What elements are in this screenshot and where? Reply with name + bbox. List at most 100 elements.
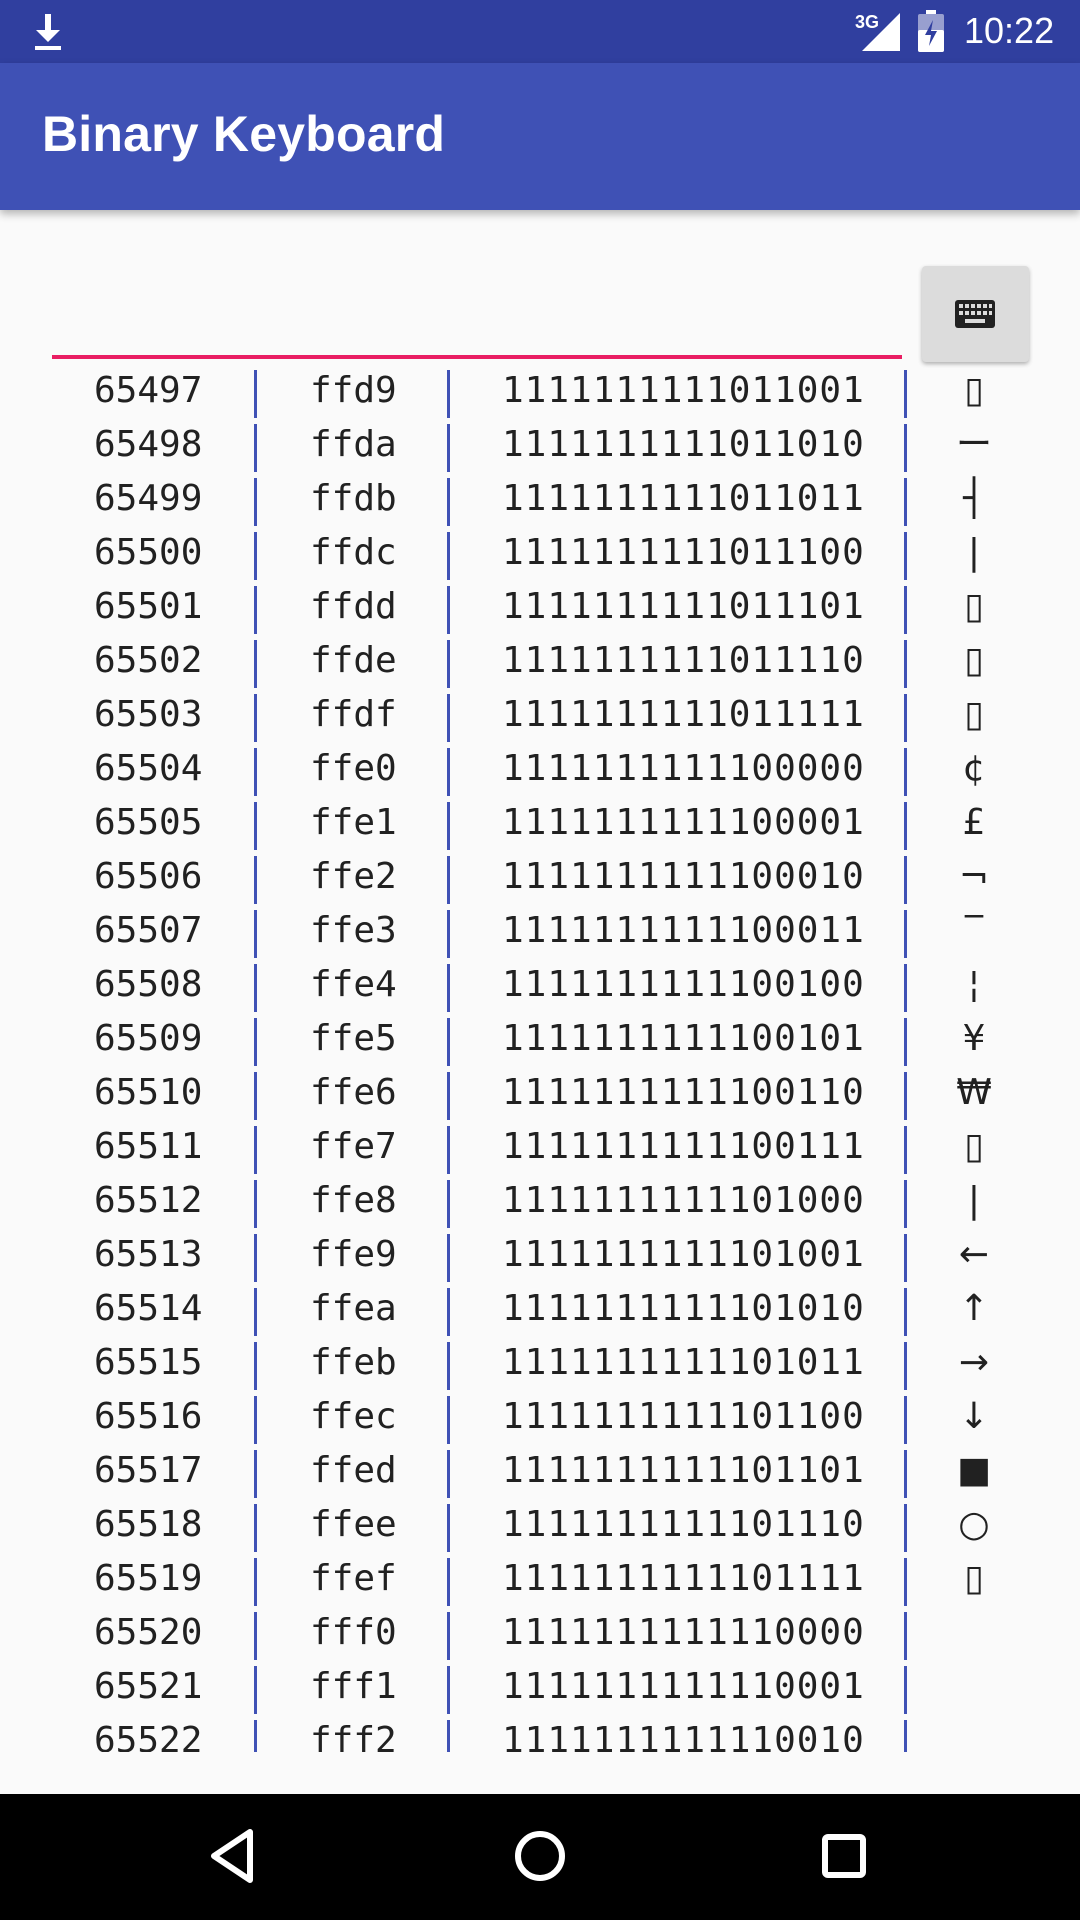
table-row[interactable]: 65508 ffe4 1111111111100100 ¦ (0, 958, 1080, 1012)
hex-cell: ffe1 (310, 802, 397, 843)
column-divider (447, 748, 450, 796)
hex-cell: ffdc (310, 532, 397, 573)
decimal-cell: 65509 (94, 1018, 203, 1059)
column-divider (254, 1558, 257, 1606)
binary-cell: 1111111111011001 (502, 370, 865, 411)
hex-cell: ffda (310, 424, 397, 465)
table-row[interactable]: 65500 ffdc 1111111111011100 | (0, 526, 1080, 580)
column-divider (447, 910, 450, 958)
column-divider (447, 1018, 450, 1066)
binary-cell: 1111111111100100 (502, 964, 865, 1005)
table-row[interactable]: 65516 ffec 1111111111101100 ↓ (0, 1390, 1080, 1444)
column-divider (904, 802, 907, 850)
column-divider (904, 748, 907, 796)
text-input[interactable] (52, 250, 906, 357)
column-divider (904, 964, 907, 1012)
table-row[interactable]: 65506 ffe2 1111111111100010 ¬ (0, 850, 1080, 904)
binary-cell: 1111111111100011 (502, 910, 865, 951)
binary-cell: 1111111111100010 (502, 856, 865, 897)
character-cell: £ (962, 802, 986, 843)
navigation-bar (0, 1794, 1080, 1920)
table-row[interactable]: 65518 ffee 1111111111101110 ○ (0, 1498, 1080, 1552)
decimal-cell: 65522 (94, 1720, 203, 1752)
hex-cell: ffe4 (310, 964, 397, 1005)
table-row[interactable]: 65517 ffed 1111111111101101 ■ (0, 1444, 1080, 1498)
decimal-cell: 65508 (94, 964, 203, 1005)
column-divider (447, 1450, 450, 1498)
character-table[interactable]: 65497 ffd9 1111111111011001 ▯ 65498 ffda 11111… (0, 370, 1080, 1752)
table-row[interactable]: 65510 ffe6 1111111111100110 ₩ (0, 1066, 1080, 1120)
hex-cell: ffe2 (310, 856, 397, 897)
character-cell: ↑ (958, 1288, 990, 1329)
table-row[interactable]: 65505 ffe1 1111111111100001 £ (0, 796, 1080, 850)
binary-cell: 1111111111100001 (502, 802, 865, 843)
character-cell: ¥ (962, 1018, 986, 1059)
column-divider (904, 478, 907, 526)
hex-cell: ffe7 (310, 1126, 397, 1167)
table-row[interactable]: 65501 ffdd 1111111111011101 ▯ (0, 580, 1080, 634)
binary-cell: 1111111111101101 (502, 1450, 865, 1491)
binary-cell: 1111111111011110 (502, 640, 865, 681)
column-divider (904, 1234, 907, 1282)
table-row[interactable]: 65511 ffe7 1111111111100111 ▯ (0, 1120, 1080, 1174)
column-divider (254, 1396, 257, 1444)
hex-cell: ffee (310, 1504, 397, 1545)
table-row[interactable]: 65521 fff1 1111111111110001 (0, 1660, 1080, 1714)
character-cell: → (958, 1342, 990, 1383)
column-divider (904, 532, 907, 580)
binary-cell: 1111111111011010 (502, 424, 865, 465)
signal-icon (862, 13, 900, 51)
column-divider (254, 370, 257, 418)
hex-cell: ffe8 (310, 1180, 397, 1221)
table-row[interactable]: 65519 ffef 1111111111101111 ▯ (0, 1552, 1080, 1606)
character-cell: ▯ (964, 586, 984, 627)
decimal-cell: 65498 (94, 424, 203, 465)
table-row[interactable]: 65513 ffe9 1111111111101001 ← (0, 1228, 1080, 1282)
binary-cell: 1111111111100000 (502, 748, 865, 789)
table-row[interactable]: 65499 ffdb 1111111111011011 ┤ (0, 472, 1080, 526)
binary-cell: 1111111111011100 (502, 532, 865, 573)
decimal-cell: 65515 (94, 1342, 203, 1383)
table-row[interactable]: 65514 ffea 1111111111101010 ↑ (0, 1282, 1080, 1336)
table-row[interactable]: 65507 ffe3 1111111111100011 ‾ (0, 904, 1080, 958)
character-cell: ○ (958, 1504, 990, 1545)
binary-cell: 1111111111100111 (502, 1126, 865, 1167)
hex-cell: ffed (310, 1450, 397, 1491)
table-row[interactable]: 65504 ffe0 1111111111100000 ¢ (0, 742, 1080, 796)
recents-icon[interactable] (820, 1828, 868, 1884)
table-row[interactable]: 65522 fff2 1111111111110010 (0, 1714, 1080, 1752)
hex-cell: ffe9 (310, 1234, 397, 1275)
column-divider (254, 1180, 257, 1228)
binary-cell: 1111111111101100 (502, 1396, 865, 1437)
app-bar: Binary Keyboard (0, 63, 1080, 210)
table-row[interactable]: 65497 ffd9 1111111111011001 ▯ (0, 370, 1080, 418)
column-divider (254, 802, 257, 850)
decimal-cell: 65513 (94, 1234, 203, 1275)
table-row[interactable]: 65515 ffeb 1111111111101011 → (0, 1336, 1080, 1390)
table-row[interactable]: 65498 ffda 1111111111011010 ー (0, 418, 1080, 472)
character-cell: ↓ (958, 1396, 990, 1437)
column-divider (447, 532, 450, 580)
column-divider (447, 802, 450, 850)
column-divider (904, 1342, 907, 1390)
column-divider (254, 910, 257, 958)
input-underline (52, 355, 902, 359)
table-row[interactable]: 65503 ffdf 1111111111011111 ▯ (0, 688, 1080, 742)
table-row[interactable]: 65502 ffde 1111111111011110 ▯ (0, 634, 1080, 688)
table-row[interactable]: 65520 fff0 1111111111110000 (0, 1606, 1080, 1660)
decimal-cell: 65501 (94, 586, 203, 627)
table-row[interactable]: 65512 ffe8 1111111111101000 | (0, 1174, 1080, 1228)
hex-cell: ffe6 (310, 1072, 397, 1113)
column-divider (904, 1018, 907, 1066)
column-divider (254, 1234, 257, 1282)
character-cell: ¢ (962, 748, 986, 789)
character-cell: | (967, 1180, 981, 1221)
home-icon[interactable] (513, 1828, 567, 1884)
column-divider (447, 1072, 450, 1120)
column-divider (447, 964, 450, 1012)
keyboard-icon (955, 300, 995, 328)
table-row[interactable]: 65509 ffe5 1111111111100101 ¥ (0, 1012, 1080, 1066)
download-icon (35, 14, 61, 50)
keyboard-button[interactable] (922, 266, 1029, 362)
back-icon[interactable] (208, 1828, 256, 1884)
